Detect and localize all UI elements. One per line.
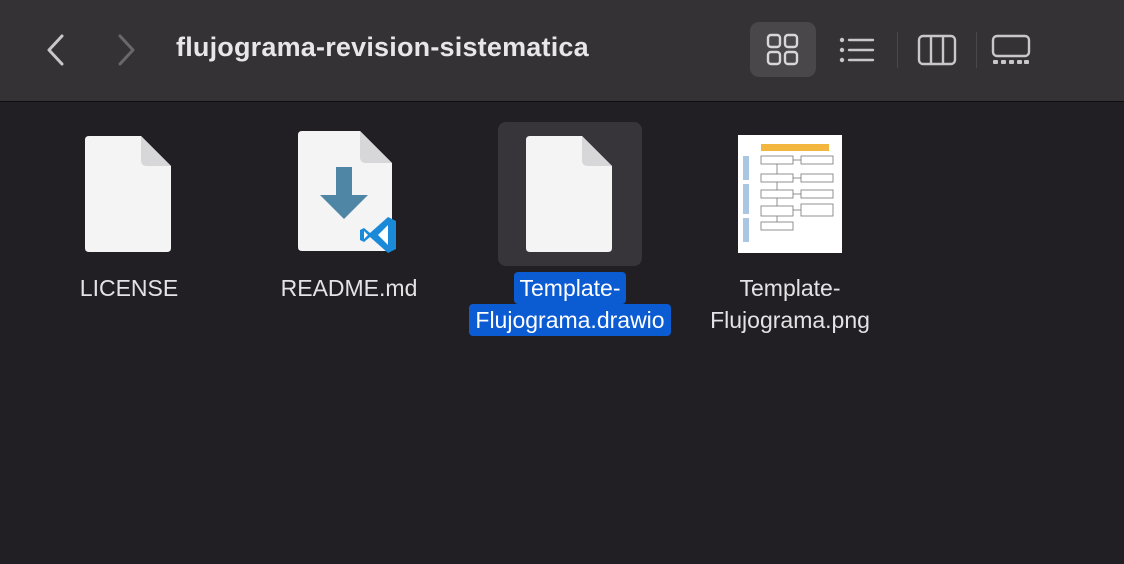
back-button[interactable] [36, 28, 76, 72]
vscode-markdown-icon [298, 131, 396, 253]
toolbar-divider [897, 32, 898, 68]
grid-icon [766, 33, 799, 65]
list-view-button[interactable] [824, 22, 890, 77]
file-icon-container [718, 122, 862, 266]
file-name: README.md [280, 275, 418, 301]
file-item-readme[interactable]: README.md [239, 122, 459, 352]
column-view-button[interactable] [904, 22, 970, 77]
file-icon-container [498, 122, 642, 266]
window-title: flujograma-revision-sistematica [176, 32, 589, 62]
forward-button[interactable] [106, 28, 146, 72]
file-icon-container [57, 122, 201, 266]
chevron-right-icon [118, 34, 135, 66]
chevron-left-icon [47, 34, 64, 66]
toolbar-divider [976, 32, 977, 68]
file-item-template-png[interactable]: Template- Flujograma.png [680, 122, 900, 352]
generic-document-icon [526, 136, 612, 252]
finder-window: flujograma-revision-sistematica LICENSE … [0, 0, 1124, 564]
gallery-view-button[interactable] [978, 22, 1044, 77]
file-item-template-drawio[interactable]: Template- Flujograma.drawio [460, 122, 680, 352]
file-name: LICENSE [79, 275, 179, 301]
file-icon-container [277, 122, 421, 266]
file-item-license[interactable]: LICENSE [19, 122, 239, 352]
image-thumbnail-icon [738, 135, 842, 253]
generic-document-icon [85, 136, 171, 252]
toolbar: flujograma-revision-sistematica [0, 0, 1124, 102]
columns-icon [917, 34, 957, 65]
file-name: Template- Flujograma.png [710, 275, 870, 333]
icon-view-button[interactable] [750, 22, 816, 77]
file-name: Template- Flujograma.drawio [460, 272, 680, 336]
list-icon [839, 37, 875, 62]
gallery-icon [991, 34, 1031, 64]
